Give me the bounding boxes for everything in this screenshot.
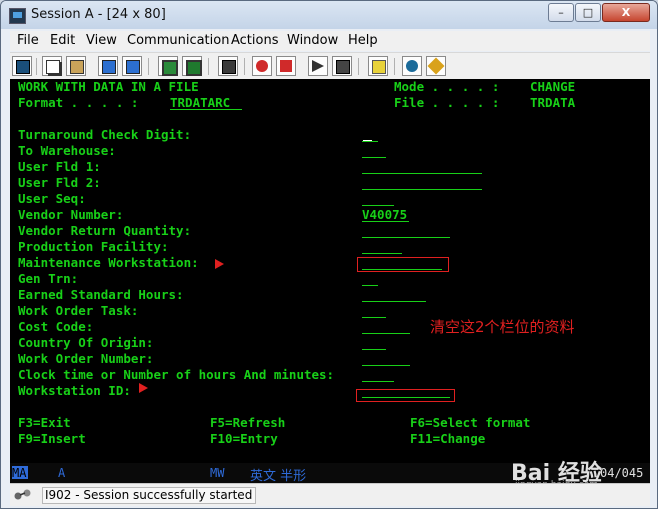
field-label: Clock time or Number of hours And minute… [18,367,335,382]
red-arrow-icon [139,383,148,393]
play-macro-icon[interactable] [308,56,328,76]
copy-icon[interactable] [42,56,62,76]
highlight-box [356,389,455,402]
menu-window[interactable]: Window [287,33,338,48]
field-label: Work Order Number: [18,351,154,366]
field-label: Earned Standard Hours: [18,287,184,302]
field-label: Gen Trn: [18,271,79,286]
gen-trn-input[interactable] [362,272,378,286]
field-label: Cost Code: [18,319,94,334]
maximize-button[interactable]: □ [575,3,601,22]
field-label: Workstation ID: [18,383,131,398]
turnaround-check-digit-input[interactable] [362,128,378,142]
menu-edit[interactable]: Edit [50,33,75,48]
fkey-f10[interactable]: F10=Entry [210,432,278,446]
production-facility-input[interactable] [362,240,402,254]
minimize-button[interactable]: – [548,3,574,22]
receive-file-icon[interactable] [122,56,142,76]
terminal-screen[interactable]: WORK WITH DATA IN A FILE Mode . . . . : … [10,79,650,463]
field-label: User Seq: [18,191,86,206]
oia-mw: MW [210,466,225,480]
work-order-number-input[interactable] [362,352,410,366]
oia-cursor-position: 04/045 [600,466,644,480]
status-bar: I902 - Session successfully started [10,483,650,506]
fkey-f11[interactable]: F11=Change [410,432,485,446]
file-value: TRDATA [530,95,576,110]
paste-icon[interactable] [66,56,86,76]
fkey-f5[interactable]: F5=Refresh [210,416,285,430]
user-fld-1-input[interactable] [362,160,482,174]
work-order-task-input[interactable] [362,304,386,318]
field-label: Country Of Origin: [18,335,154,350]
menu-communication[interactable]: Communication [127,33,229,48]
screen-title: WORK WITH DATA IN A FILE [18,79,199,94]
vendor-number-input[interactable]: V40075 [362,208,410,222]
menu-file[interactable]: File [17,33,39,48]
print-screen-icon[interactable] [12,56,32,76]
country-of-origin-input[interactable] [362,336,386,350]
terminal-window: Session A - [24 x 80] – □ X File Edit Vi… [0,0,658,509]
status-message: I902 - Session successfully started [42,487,256,504]
title-bar[interactable]: Session A - [24 x 80] – □ X [1,1,657,29]
field-label: Maintenance Workstation: [18,255,199,270]
keypad-icon[interactable] [182,56,202,76]
format-label: Format . . . . : [18,95,139,110]
menu-view[interactable]: View [86,33,117,48]
oia-input-mode: 英文 半形 [250,469,307,483]
preferences-icon[interactable] [426,56,446,76]
field-label: Vendor Return Quantity: [18,223,192,238]
mode-value: CHANGE [530,79,576,94]
record-macro-icon[interactable] [252,56,272,76]
send-file-icon[interactable] [98,56,118,76]
field-label: User Fld 2: [18,175,101,190]
to-warehouse-input[interactable] [362,144,386,158]
window-title: Session A - [24 x 80] [31,7,166,22]
menu-help[interactable]: Help [348,33,378,48]
vendor-return-quantity-input[interactable] [362,224,450,238]
cost-code-input[interactable] [362,320,410,334]
field-label: User Fld 1: [18,159,101,174]
mode-label: Mode . . . . : [394,79,500,94]
red-arrow-icon [215,259,224,269]
session-app-icon [9,8,26,24]
toolbar [10,52,650,80]
highlight-box [357,257,449,272]
fkey-f6[interactable]: F6=Select format [410,416,530,430]
oia-a: A [58,466,66,480]
menu-bar: File Edit View Communication Actions Win… [10,31,650,51]
macro-icon[interactable] [218,56,238,76]
field-label: Turnaround Check Digit: [18,127,192,142]
stop-macro-icon[interactable] [276,56,296,76]
fkey-f3[interactable]: F3=Exit [18,416,71,430]
field-label: Work Order Task: [18,303,139,318]
display-icon[interactable] [158,56,178,76]
edit-icon[interactable] [368,56,388,76]
user-seq-input[interactable] [362,192,394,206]
run-macro-icon[interactable] [332,56,352,76]
oia-ma: MA [12,466,27,480]
connection-status-icon [14,489,31,500]
close-button[interactable]: X [602,3,650,22]
field-label: To Warehouse: [18,143,116,158]
clock-time-input[interactable] [362,368,394,382]
format-value: TRDATARC [170,96,243,110]
earned-standard-hours-input[interactable] [362,288,426,302]
annotation-note: 清空这2个栏位的资料 [430,318,575,336]
file-label: File . . . . : [394,95,500,110]
field-label: Vendor Number: [18,207,124,222]
fkey-f9[interactable]: F9=Insert [18,432,86,446]
connect-icon[interactable] [402,56,422,76]
user-fld-2-input[interactable] [362,176,482,190]
field-label: Production Facility: [18,239,169,254]
menu-actions[interactable]: Actions [231,33,279,48]
